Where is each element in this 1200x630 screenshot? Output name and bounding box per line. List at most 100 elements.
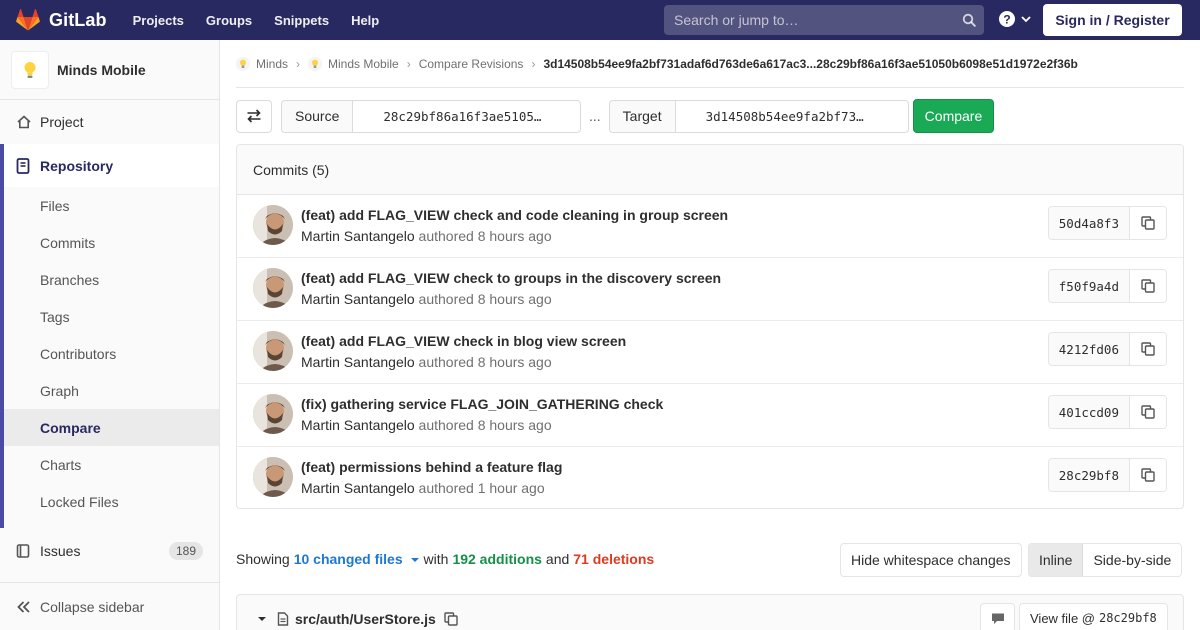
group-avatar: [236, 56, 250, 71]
source-revision-dropdown[interactable]: 28c29bf86a16f3ae5105…: [353, 101, 553, 132]
copy-sha-button[interactable]: [1130, 459, 1166, 491]
sidebar-item-repository[interactable]: Repository: [4, 144, 219, 187]
file-icon: [277, 612, 289, 626]
sidebar-item-issues[interactable]: Issues 189: [0, 528, 219, 572]
commit-sha-group: 50d4a8f3: [1047, 206, 1167, 240]
breadcrumb-current[interactable]: 3d14508b54ee9fa2bf731adaf6d763de6a617ac3…: [543, 57, 1077, 71]
commit-author[interactable]: Martin Santangelo: [301, 228, 415, 244]
collapse-file-caret-icon[interactable]: [257, 615, 267, 623]
search-box[interactable]: [664, 5, 984, 35]
file-path[interactable]: src/auth/UserStore.js: [295, 611, 436, 627]
copy-sha-button[interactable]: [1130, 333, 1166, 365]
breadcrumb-compare-revisions[interactable]: Compare Revisions: [419, 57, 524, 71]
help-dropdown[interactable]: ?: [998, 10, 1032, 28]
brand-name: GitLab: [49, 9, 107, 30]
deletions-count: 71 deletions: [573, 551, 655, 567]
breadcrumb-label: Minds Mobile: [328, 56, 399, 71]
breadcrumb-separator: ›: [406, 56, 411, 71]
sidebar-item-compare[interactable]: Compare: [4, 409, 219, 446]
sidebar-item-contributors[interactable]: Contributors: [4, 335, 219, 372]
commit-meta: Martin Santangelo authored 8 hours ago: [301, 417, 552, 433]
commit-author[interactable]: Martin Santangelo: [301, 480, 415, 496]
commit-sha-button[interactable]: 28c29bf8: [1048, 459, 1130, 491]
copy-sha-button[interactable]: [1130, 396, 1166, 428]
sidebar-item-label: Issues: [40, 542, 81, 559]
author-avatar[interactable]: [253, 331, 293, 371]
author-avatar[interactable]: [253, 394, 293, 434]
commit-sha-group: 401ccd09: [1047, 395, 1167, 429]
search-icon[interactable]: [954, 5, 984, 35]
gitlab-brand[interactable]: GitLab: [16, 0, 107, 40]
commit-row: (feat) add FLAG_VIEW check in blog view …: [237, 321, 1183, 384]
commit-title[interactable]: (feat) add FLAG_VIEW check to groups in …: [301, 270, 721, 286]
search-input[interactable]: [674, 12, 954, 28]
author-avatar[interactable]: [253, 205, 293, 245]
commit-sha-button[interactable]: f50f9a4d: [1048, 270, 1130, 302]
commit-title[interactable]: (feat) permissions behind a feature flag: [301, 459, 562, 475]
collapse-sidebar-label: Collapse sidebar: [40, 598, 145, 615]
nav-groups[interactable]: Groups: [206, 13, 252, 28]
stats-showing: Showing: [236, 551, 290, 567]
side-by-side-button[interactable]: Side-by-side: [1083, 544, 1182, 576]
sidebar-item-commits[interactable]: Commits: [4, 224, 219, 261]
sidebar-item-project[interactable]: Project: [0, 100, 219, 144]
nav-projects[interactable]: Projects: [133, 13, 184, 28]
swap-arrows-icon: [247, 109, 261, 123]
commit-title[interactable]: (feat) add FLAG_VIEW check in blog view …: [301, 333, 626, 349]
commit-author[interactable]: Martin Santangelo: [301, 417, 415, 433]
breadcrumb-minds[interactable]: Minds: [236, 56, 288, 71]
copy-sha-button[interactable]: [1130, 207, 1166, 239]
question-circle-icon: ?: [999, 11, 1015, 27]
inline-view-button[interactable]: Inline: [1029, 544, 1084, 576]
sidebar-item-charts[interactable]: Charts: [4, 446, 219, 483]
source-selector: Source 28c29bf86a16f3ae5105…: [281, 99, 581, 133]
swap-revisions-button[interactable]: [236, 99, 272, 133]
commit-sha-button[interactable]: 401ccd09: [1048, 396, 1130, 428]
author-avatar[interactable]: [253, 268, 293, 308]
issues-icon: [16, 543, 32, 559]
compare-form: Source 28c29bf86a16f3ae5105… ... Target …: [236, 99, 995, 133]
copy-icon: [1141, 279, 1155, 293]
breadcrumb-minds-mobile[interactable]: Minds Mobile: [308, 56, 399, 71]
sidebar-item-graph[interactable]: Graph: [4, 372, 219, 409]
copy-sha-button[interactable]: [1130, 270, 1166, 302]
view-file-button[interactable]: View file @ 28c29bf8: [1019, 603, 1168, 630]
stats-and: and: [545, 551, 570, 567]
target-revision-dropdown[interactable]: 3d14508b54ee9fa2bf73…: [676, 101, 876, 132]
commit-time: authored 8 hours ago: [418, 354, 552, 370]
view-file-label: View file @: [1030, 610, 1095, 626]
collapse-sidebar-button[interactable]: Collapse sidebar: [0, 582, 219, 630]
sidebar-project-header[interactable]: Minds Mobile: [0, 40, 219, 100]
author-avatar[interactable]: [253, 457, 293, 497]
commit-author[interactable]: Martin Santangelo: [301, 291, 415, 307]
toggle-comments-button[interactable]: [980, 603, 1015, 630]
commit-meta: Martin Santangelo authored 8 hours ago: [301, 228, 552, 244]
hide-whitespace-button[interactable]: Hide whitespace changes: [840, 543, 1022, 577]
sidebar-item-tags[interactable]: Tags: [4, 298, 219, 335]
diff-stats: Showing 10 changed files with 192 additi…: [236, 551, 654, 567]
sidebar-item-files[interactable]: Files: [4, 187, 219, 224]
commit-sha-button[interactable]: 50d4a8f3: [1048, 207, 1130, 239]
nav-snippets[interactable]: Snippets: [274, 13, 329, 28]
sidebar-item-locked-files[interactable]: Locked Files: [4, 483, 219, 520]
project-avatar: [11, 50, 49, 89]
copy-icon: [1141, 216, 1155, 230]
project-name: Minds Mobile: [57, 61, 146, 78]
target-selector: Target 3d14508b54ee9fa2bf73…: [608, 99, 909, 133]
stats-with: with: [423, 551, 449, 567]
commit-title[interactable]: (fix) gathering service FLAG_JOIN_GATHER…: [301, 396, 663, 412]
commit-sha-button[interactable]: 4212fd06: [1048, 333, 1130, 365]
commit-time: authored 1 hour ago: [418, 480, 545, 496]
compare-button[interactable]: Compare: [912, 99, 995, 133]
commit-author[interactable]: Martin Santangelo: [301, 354, 415, 370]
sidebar-item-branches[interactable]: Branches: [4, 261, 219, 298]
target-label: Target: [609, 100, 676, 132]
copy-file-path-icon[interactable]: [444, 612, 458, 626]
issues-count-badge: 189: [168, 541, 203, 560]
commit-title[interactable]: (feat) add FLAG_VIEW check and code clea…: [301, 207, 728, 223]
sign-in-button[interactable]: Sign in / Register: [1043, 4, 1182, 36]
gitlab-logo-icon: [16, 9, 40, 31]
source-label: Source: [282, 100, 354, 132]
nav-help[interactable]: Help: [351, 13, 379, 28]
changed-files-dropdown[interactable]: 10 changed files: [294, 551, 420, 567]
